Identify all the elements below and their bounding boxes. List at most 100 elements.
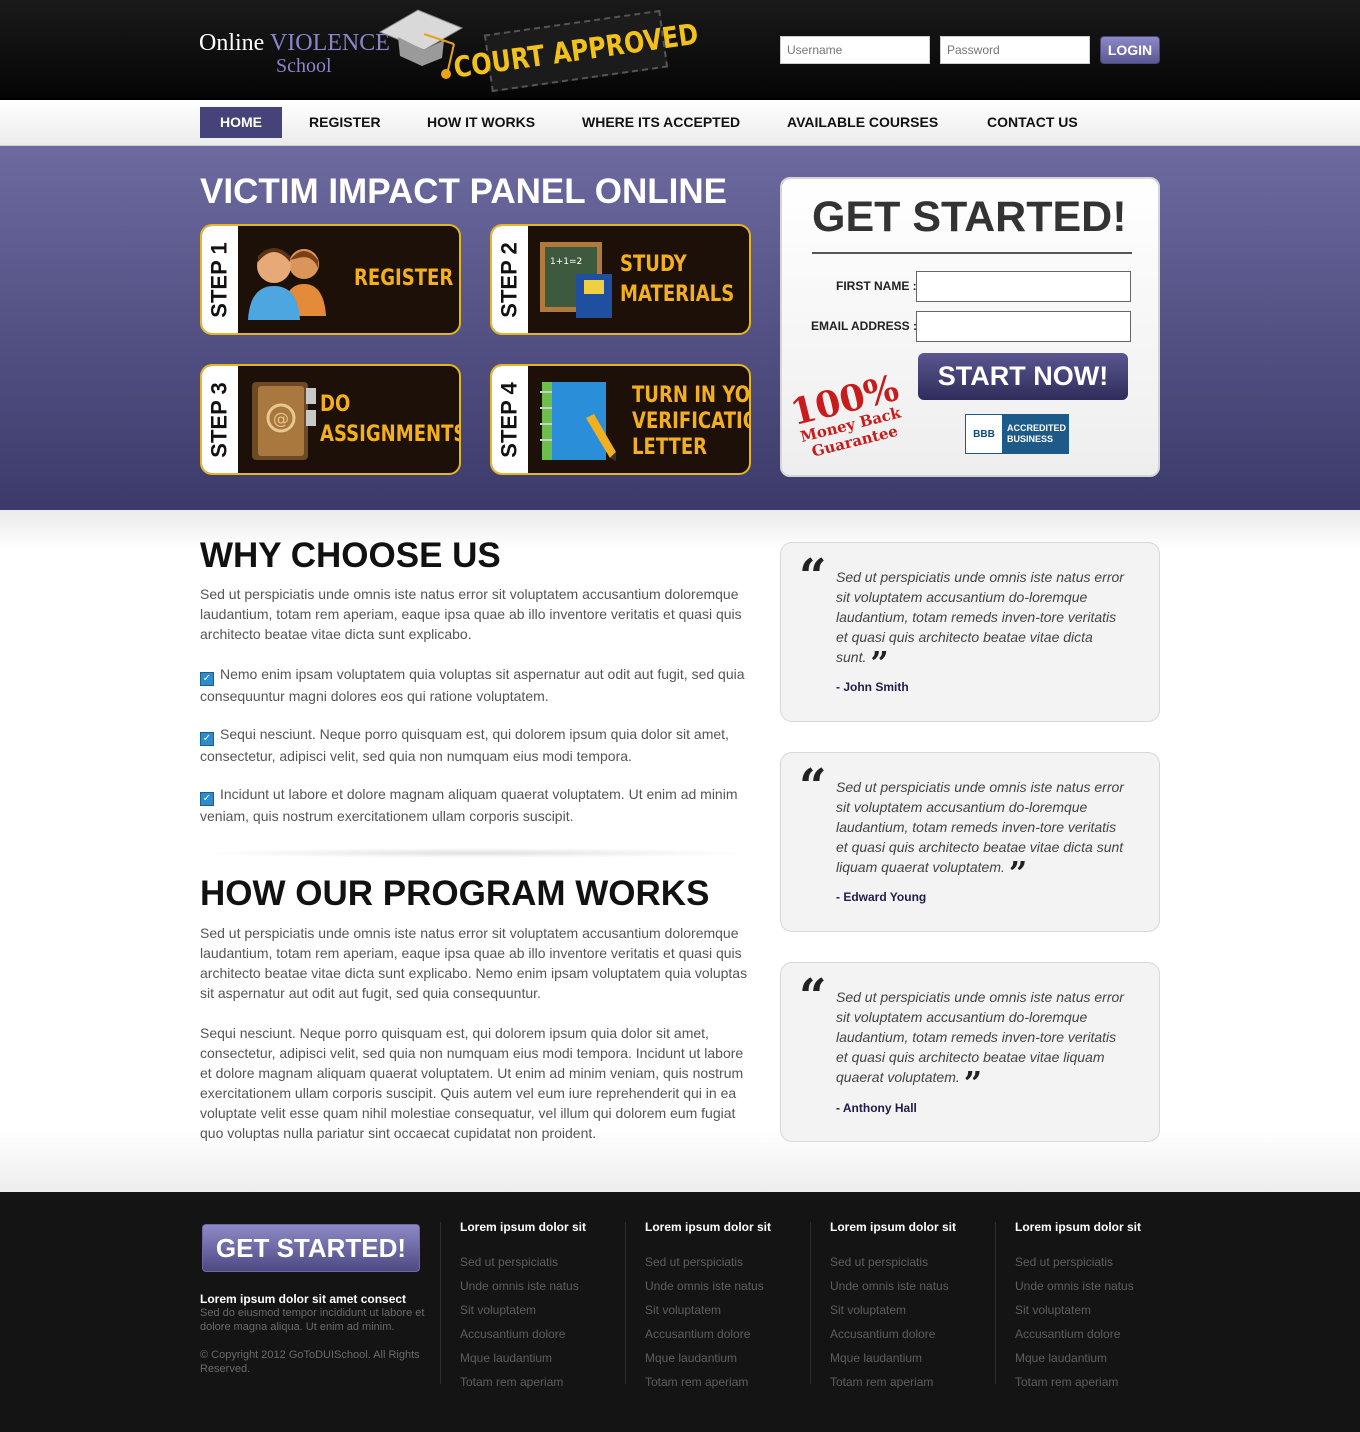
start-now-button[interactable]: START NOW! (918, 353, 1128, 400)
program-paragraph-2: Sequi nesciunt. Neque porro quisquam est… (200, 1025, 744, 1141)
section-divider (200, 848, 752, 858)
step-3-label-line1: DO (320, 392, 351, 417)
nav-available-courses[interactable]: AVAILABLE COURSES (767, 107, 958, 138)
chalkboard-book-icon: 1+1=2 (540, 242, 612, 318)
hero-section: VICTIM IMPACT PANEL ONLINE STEP 1 REGIST… (0, 146, 1360, 510)
graduation-cap-icon (378, 9, 464, 79)
checkbox-checked-icon: ✓ (200, 792, 214, 806)
nav-how-it-works[interactable]: HOW IT WORKS (407, 107, 555, 138)
footer-blurb: Sed do eiusmod tempor incididunt ut labo… (200, 1307, 425, 1333)
testimonial-card: “ Sed ut perspiciatis unde omnis iste na… (780, 542, 1160, 722)
why-intro-text: Sed ut perspiciatis unde omnis iste natu… (200, 586, 742, 642)
step-4-label-line3: LETTER (632, 435, 708, 460)
testimonial-author: - John Smith (836, 680, 909, 694)
nav-register[interactable]: REGISTER (289, 107, 401, 138)
footer-link[interactable]: Mque laudantium (830, 1346, 1000, 1370)
footer-column: Lorem ipsum dolor sit Sed ut perspiciati… (460, 1220, 630, 1394)
footer-link[interactable]: Unde omnis iste natus (1015, 1274, 1185, 1298)
signup-title: GET STARTED! (812, 193, 1127, 241)
step-3-card[interactable]: STEP 3 @ DO ASSIGNMENTS (200, 364, 461, 475)
footer-link[interactable]: Unde omnis iste natus (645, 1274, 815, 1298)
footer-link[interactable]: Sit voluptatem (460, 1298, 630, 1322)
nav-contact-us[interactable]: CONTACT US (967, 107, 1098, 138)
footer-link[interactable]: Sed ut perspiciatis (830, 1250, 1000, 1274)
address-book-icon: @ (252, 382, 316, 460)
step-2-label-line1: STUDY (620, 252, 687, 277)
users-icon (248, 248, 326, 320)
footer-link[interactable]: Mque laudantium (460, 1346, 630, 1370)
why-bullet: ✓ Incidunt ut labore et dolore magnam ali… (200, 786, 738, 824)
step-2-card[interactable]: STEP 2 1+1=2 STUDY MATERIALS (490, 224, 751, 335)
footer-link[interactable]: Mque laudantium (1015, 1346, 1185, 1370)
step-2-label-line2: MATERIALS (620, 282, 735, 307)
footer-link[interactable]: Totam rem aperiam (645, 1370, 815, 1394)
notebook-pencil-icon (540, 382, 616, 461)
first-name-input[interactable] (916, 271, 1131, 302)
step-tab: STEP 4 (492, 366, 528, 473)
footer-column-title: Lorem ipsum dolor sit (645, 1220, 772, 1234)
checkbox-checked-icon: ✓ (200, 732, 214, 746)
how-program-works-heading: HOW OUR PROGRAM WORKS (200, 874, 710, 913)
step-4-card[interactable]: STEP 4 TURN IN YOUR VERIFICATION LETTER (490, 364, 751, 475)
password-input[interactable] (940, 36, 1090, 64)
footer-link[interactable]: Sit voluptatem (645, 1298, 815, 1322)
footer-link[interactable]: Sed ut perspiciatis (460, 1250, 630, 1274)
close-quote-icon: ” (870, 644, 889, 682)
footer-link[interactable]: Unde omnis iste natus (460, 1274, 630, 1298)
why-bullet: ✓ Nemo enim ipsam voluptatem quia volupta… (200, 666, 745, 704)
footer-link[interactable]: Accusantium dolore (460, 1322, 630, 1346)
step-tab: STEP 2 (492, 226, 528, 333)
step-3-label-line2: ASSIGNMENTS (320, 422, 461, 447)
checkbox-checked-icon: ✓ (200, 672, 214, 686)
footer-link[interactable]: Sed ut perspiciatis (645, 1250, 815, 1274)
svg-text:@: @ (273, 409, 289, 428)
bbb-logo-icon: BBB (973, 428, 995, 440)
step-tab: STEP 3 (202, 366, 238, 473)
testimonial-card: “ Sed ut perspiciatis unde omnis iste na… (780, 962, 1160, 1142)
username-input[interactable] (780, 36, 930, 64)
program-paragraph-1: Sed ut perspiciatis unde omnis iste natu… (200, 925, 748, 1001)
footer-link[interactable]: Totam rem aperiam (460, 1370, 630, 1394)
site-logo[interactable]: Online VIOLENCE School (199, 30, 390, 78)
signup-box: GET STARTED! FIRST NAME : EMAIL ADDRESS … (780, 177, 1160, 477)
close-quote-icon: ” (963, 1064, 983, 1102)
open-quote-icon: “ (799, 969, 827, 1025)
signup-divider (812, 252, 1132, 254)
footer-link[interactable]: Unde omnis iste natus (830, 1274, 1000, 1298)
step-1-card[interactable]: STEP 1 REGISTER (200, 224, 461, 335)
main-nav: HOME REGISTER HOW IT WORKS WHERE ITS ACC… (0, 100, 1360, 146)
footer-column-title: Lorem ipsum dolor sit (1015, 1220, 1142, 1234)
email-label: EMAIL ADDRESS : (811, 319, 918, 333)
step-tab: STEP 1 (202, 226, 238, 333)
footer-link[interactable]: Accusantium dolore (645, 1322, 815, 1346)
footer-column-divider (995, 1222, 996, 1384)
testimonial-text: Sed ut perspiciatis unde omnis iste natu… (836, 989, 1124, 1102)
footer-heading: Lorem ipsum dolor sit amet consect (200, 1292, 407, 1306)
step-4-label-line2: VERIFICATION (632, 409, 749, 434)
footer-link[interactable]: Accusantium dolore (1015, 1322, 1185, 1346)
footer-column-divider (440, 1222, 441, 1384)
email-input[interactable] (916, 311, 1131, 342)
login-button[interactable]: LOGIN (1100, 36, 1160, 64)
footer-get-started-button[interactable]: GET STARTED! (202, 1224, 420, 1272)
footer-link[interactable]: Sed ut perspiciatis (1015, 1250, 1185, 1274)
footer-column-divider (625, 1222, 626, 1384)
why-choose-us-heading: WHY CHOOSE US (200, 536, 501, 575)
footer-link[interactable]: Accusantium dolore (830, 1322, 1000, 1346)
footer-link[interactable]: Sit voluptatem (830, 1298, 1000, 1322)
footer-column: Lorem ipsum dolor sit Sed ut perspiciati… (830, 1220, 1000, 1394)
open-quote-icon: “ (799, 549, 827, 605)
top-header: Online VIOLENCE School COURT APPROVED LO… (0, 0, 1360, 100)
testimonial-card: “ Sed ut perspiciatis unde omnis iste na… (780, 752, 1160, 932)
bbb-accredited-badge[interactable]: BBB ACCREDITED BUSINESS (965, 414, 1069, 454)
footer-column-title: Lorem ipsum dolor sit (830, 1220, 957, 1234)
footer-link[interactable]: Mque laudantium (645, 1346, 815, 1370)
why-bullet: ✓ Sequi nesciunt. Neque porro quisquam es… (200, 726, 729, 764)
testimonial-author: - Edward Young (836, 890, 927, 904)
nav-home[interactable]: HOME (200, 107, 282, 138)
open-quote-icon: “ (799, 759, 827, 815)
footer-link[interactable]: Totam rem aperiam (830, 1370, 1000, 1394)
nav-where-accepted[interactable]: WHERE ITS ACCEPTED (562, 107, 760, 138)
footer-link[interactable]: Totam rem aperiam (1015, 1370, 1185, 1394)
footer-link[interactable]: Sit voluptatem (1015, 1298, 1185, 1322)
